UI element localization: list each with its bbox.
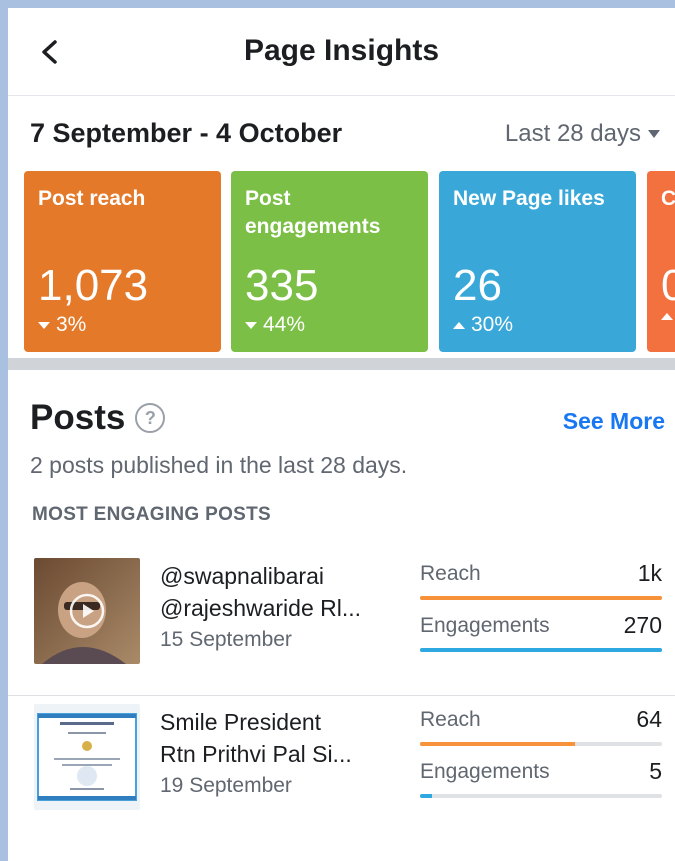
change-value: 3% (56, 313, 87, 336)
card-value: 26 (453, 261, 502, 310)
date-row: 7 September - 4 October Last 28 days (8, 96, 675, 166)
reach-bar-fill (420, 742, 575, 746)
top-bar: Page Insights (8, 8, 675, 96)
card-change (661, 313, 675, 320)
reach-metric: Reach 1k (420, 556, 662, 608)
posts-title-row: Posts ? (30, 398, 166, 438)
section-divider (8, 358, 675, 370)
engagements-value: 5 (649, 758, 662, 784)
post-text: @swapnalibarai @rajeshwaride Rl... 15 Se… (160, 560, 400, 652)
see-more-link[interactable]: See More (563, 408, 665, 435)
card-label: New Page likes (453, 187, 605, 210)
help-icon[interactable]: ? (135, 403, 166, 433)
certificate-icon (34, 704, 140, 810)
reach-bar-fill (420, 596, 662, 600)
card-change: 30% (453, 313, 622, 337)
post-caption-line1: @swapnalibarai (160, 563, 324, 589)
reach-label: Reach (420, 562, 481, 585)
metric-cards[interactable]: Post reach 1,073 3% Post engagements 335… (8, 166, 675, 356)
card-post-engagements[interactable]: Post engagements 335 44% (231, 171, 428, 352)
page-title: Page Insights (243, 34, 440, 67)
reach-value: 64 (636, 706, 662, 732)
posts-title: Posts (30, 398, 126, 437)
post-caption-line2: @rajeshwaride Rl... (160, 595, 362, 621)
card-label: C (661, 187, 675, 210)
card-post-reach[interactable]: Post reach 1,073 3% (24, 171, 221, 352)
engagements-label: Engagements (420, 614, 550, 637)
reach-metric: Reach 64 (420, 702, 662, 754)
video-play-icon (83, 604, 94, 618)
post-item[interactable]: Smile President Rtn Prithvi Pal Si... 19… (8, 695, 675, 840)
most-engaging-label: MOST ENGAGING POSTS (32, 504, 271, 525)
engagements-bar-fill (420, 648, 662, 652)
card-label: Post reach (38, 187, 146, 210)
post-item[interactable]: @swapnalibarai @rajeshwaride Rl... 15 Se… (8, 550, 675, 695)
engagements-bar (420, 648, 662, 652)
up-arrow-icon (661, 313, 673, 320)
reach-value: 1k (637, 560, 662, 586)
post-date: 19 September (160, 774, 292, 797)
post-metrics: Reach 1k Engagements 270 (420, 556, 662, 660)
engagements-label: Engagements (420, 760, 550, 783)
date-range: 7 September - 4 October (30, 118, 343, 148)
card-new-page-likes[interactable]: New Page likes 26 30% (439, 171, 636, 352)
post-caption-line2: Rtn Prithvi Pal Si... (160, 741, 352, 767)
post-thumbnail[interactable] (34, 558, 140, 664)
post-text: Smile President Rtn Prithvi Pal Si... 19… (160, 706, 400, 798)
posts-header: Posts ? See More 2 posts published in th… (8, 370, 675, 490)
post-date: 15 September (160, 628, 292, 651)
insights-screen: Page Insights 7 September - 4 October La… (8, 8, 675, 861)
posts-subtitle: 2 posts published in the last 28 days. (30, 452, 408, 478)
card-partial[interactable]: C 0 (647, 171, 675, 352)
engagements-bar (420, 794, 662, 798)
change-value: 44% (263, 313, 306, 336)
post-thumbnail[interactable] (34, 704, 140, 810)
card-value: 0 (661, 261, 675, 310)
down-arrow-icon (245, 321, 257, 329)
down-arrow-icon (38, 321, 50, 329)
reach-bar (420, 596, 662, 600)
period-label: Last 28 days (504, 120, 641, 147)
post-caption-line1: Smile President (160, 709, 322, 735)
reach-label: Reach (420, 708, 481, 731)
card-value: 335 (245, 261, 319, 310)
engagements-bar-fill (420, 794, 433, 798)
card-label: Post engagements (245, 187, 381, 238)
post-metrics: Reach 64 Engagements 5 (420, 702, 662, 806)
card-value: 1,073 (38, 261, 149, 310)
change-value: 30% (471, 313, 514, 336)
reach-bar (420, 742, 662, 746)
up-arrow-icon (453, 321, 465, 329)
card-change: 3% (38, 313, 207, 337)
caret-down-icon (648, 130, 660, 138)
engagements-metric: Engagements 5 (420, 754, 662, 806)
period-dropdown[interactable]: Last 28 days (505, 120, 661, 148)
card-change: 44% (245, 313, 414, 337)
engagements-value: 270 (623, 612, 662, 638)
engagements-metric: Engagements 270 (420, 608, 662, 660)
